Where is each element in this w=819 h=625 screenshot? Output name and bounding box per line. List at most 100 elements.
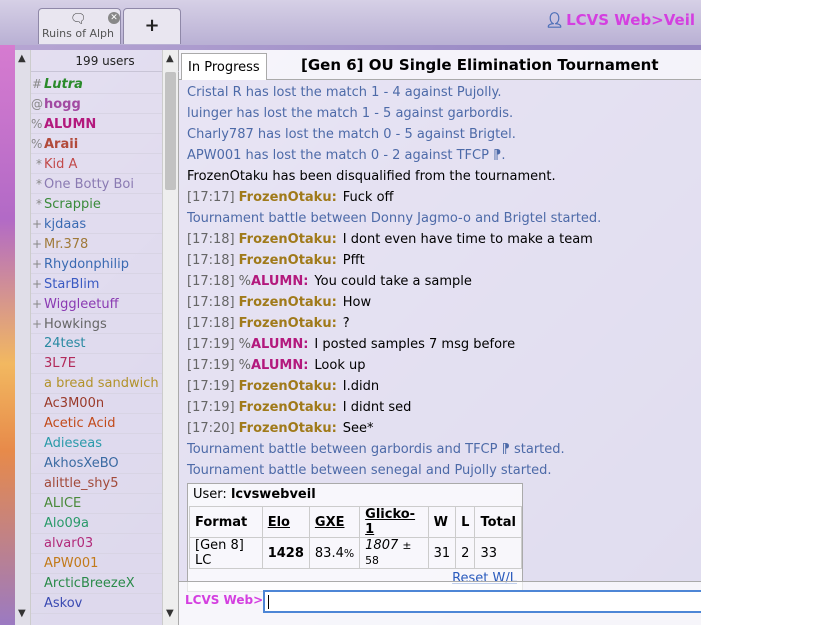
user-name[interactable]: Lutra [44,77,83,92]
user-list-item[interactable]: APW001 [31,554,163,574]
stats-header-cell[interactable]: Elo [261,506,310,538]
arrow-down-icon[interactable]: ▼ [166,608,174,619]
user-list: # Lutra @hogg% ALUMN% Araii * Kid A * One Botty … [31,74,163,614]
message-author[interactable]: ALUMN: [251,358,308,373]
user-list-item[interactable]: # Lutra [31,74,163,94]
stats-header-cell[interactable]: GXE [308,506,361,538]
user-name[interactable]: Araii [44,137,78,152]
message-author[interactable]: ALUMN: [251,337,308,352]
user-list-item[interactable]: AkhosXeBO [31,454,163,474]
user-name[interactable]: 24test [44,336,86,351]
user-name[interactable]: 3L7E [44,356,76,371]
user-list-item[interactable]: a bread sandwich [31,374,163,394]
user-name[interactable]: Rhydonphilip [44,257,129,272]
user-name[interactable]: kjdaas [44,217,86,232]
user-name[interactable]: Ac3M00n [44,396,104,411]
user-name[interactable]: alvar03 [44,536,93,551]
message-author[interactable]: ALUMN: [251,274,308,289]
user-list-item[interactable]: + Rhydonphilip [31,254,163,274]
user-name[interactable]: Mr.378 [44,237,88,252]
user-list-item[interactable]: + kjdaas [31,214,163,234]
user-name[interactable]: ALUMN [44,117,96,132]
user-list-item[interactable]: ArcticBreezeX [31,574,163,594]
user-list-item[interactable]: + Howkings [31,314,163,334]
user-name[interactable]: hogg [44,97,81,112]
user-label: User: [193,487,227,502]
rank-symbol: + [31,297,42,311]
user-name[interactable]: Adieseas [44,436,102,451]
timestamp: [17:18] [187,295,235,310]
user-name[interactable]: ALICE [44,496,81,511]
userlist-scrollbar[interactable]: ▲ ▼ [162,50,178,625]
message-author[interactable]: FrozenOtaku: [239,421,337,436]
user-name[interactable]: One Botty Boi [44,177,134,192]
user-list-item[interactable]: @hogg [31,94,163,114]
message-author[interactable]: FrozenOtaku: [239,400,337,415]
in-progress-button[interactable]: In Progress [181,53,267,80]
user-menu[interactable]: 👤︎ LCVS Web>Veil [545,11,695,29]
user-list-item[interactable]: * Scrappie [31,194,163,214]
user-list-item[interactable]: ALICE [31,494,163,514]
user-list-item[interactable]: + Mr.378 [31,234,163,254]
message-author[interactable]: FrozenOtaku: [239,316,337,331]
stats-header-cell: W [427,506,457,538]
user-list-item[interactable]: alittle_shy5 [31,474,163,494]
timestamp: [17:18] [187,316,235,331]
user-name[interactable]: Acetic Acid [44,416,115,431]
user-list-item[interactable]: alvar03 [31,534,163,554]
chat-message: [17:18] FrozenOtaku: Pfft [187,250,697,271]
chat-log: Cristal R has lost the match 1 - 4 again… [187,82,697,481]
rank-symbol: * [36,177,42,191]
user-name[interactable]: AkhosXeBO [44,456,119,471]
message-author[interactable]: FrozenOtaku: [239,253,337,268]
tab-ruins-of-alph[interactable]: 🗨︎ ✕ Ruins of Alph [38,8,121,44]
message-author[interactable]: FrozenOtaku: [239,295,337,310]
rank-symbol: @ [31,97,43,111]
system-message: Tournament battle between garbordis and … [187,442,565,457]
outer-scrollbar[interactable]: ▲ ▼ [15,50,31,625]
user-name[interactable]: alittle_shy5 [44,476,118,491]
user-list-item[interactable]: Adieseas [31,434,163,454]
message-author[interactable]: FrozenOtaku: [239,232,337,247]
scroll-thumb[interactable] [165,72,176,190]
user-name[interactable]: StarBlim [44,277,99,292]
user-list-item[interactable]: Alo09a [31,514,163,534]
user-list-item[interactable]: + StarBlim [31,274,163,294]
stat-gxe: 83.4% [308,537,361,569]
message-text: I didnt sed [342,400,412,415]
input-prompt: LCVS Web> [185,593,264,607]
user-list-item[interactable]: * One Botty Boi [31,174,163,194]
user-name[interactable]: Askov [44,596,82,611]
stats-header-cell[interactable]: Glicko-1 [359,506,429,538]
stats-username: lcvswebveil [230,487,316,502]
user-list-item[interactable]: + Wiggleetuff [31,294,163,314]
chat-input[interactable] [263,590,701,613]
text-caret [268,595,269,609]
user-list-item[interactable]: Askov [31,594,163,614]
user-list-item[interactable]: % Araii [31,134,163,154]
user-name[interactable]: Wiggleetuff [44,297,119,312]
message-author[interactable]: FrozenOtaku: [239,190,337,205]
user-name[interactable]: Alo09a [44,516,89,531]
user-name[interactable]: Howkings [44,317,107,332]
arrow-down-icon[interactable]: ▼ [18,608,26,619]
user-list-item[interactable]: 24test [31,334,163,354]
arrow-up-icon[interactable]: ▲ [18,53,26,64]
close-icon[interactable]: ✕ [108,12,120,24]
user-list-item[interactable]: * Kid A [31,154,163,174]
user-list-item[interactable]: Acetic Acid [31,414,163,434]
arrow-up-icon[interactable]: ▲ [166,53,174,64]
chat-message: [17:20] FrozenOtaku: See* [187,418,697,439]
user-name[interactable]: ArcticBreezeX [44,576,135,591]
message-author[interactable]: FrozenOtaku: [239,379,337,394]
user-name[interactable]: Scrappie [44,197,101,212]
user-name[interactable]: APW001 [44,556,98,571]
rank-symbol: % [31,137,43,151]
user-name[interactable]: Kid A [44,157,77,172]
user-list-item[interactable]: Ac3M00n [31,394,163,414]
new-tab-button[interactable]: + [123,8,181,44]
user-list-item[interactable]: 3L7E [31,354,163,374]
message-text: Look up [314,358,366,373]
user-name[interactable]: a bread sandwich [44,376,159,391]
user-list-item[interactable]: % ALUMN [31,114,163,134]
